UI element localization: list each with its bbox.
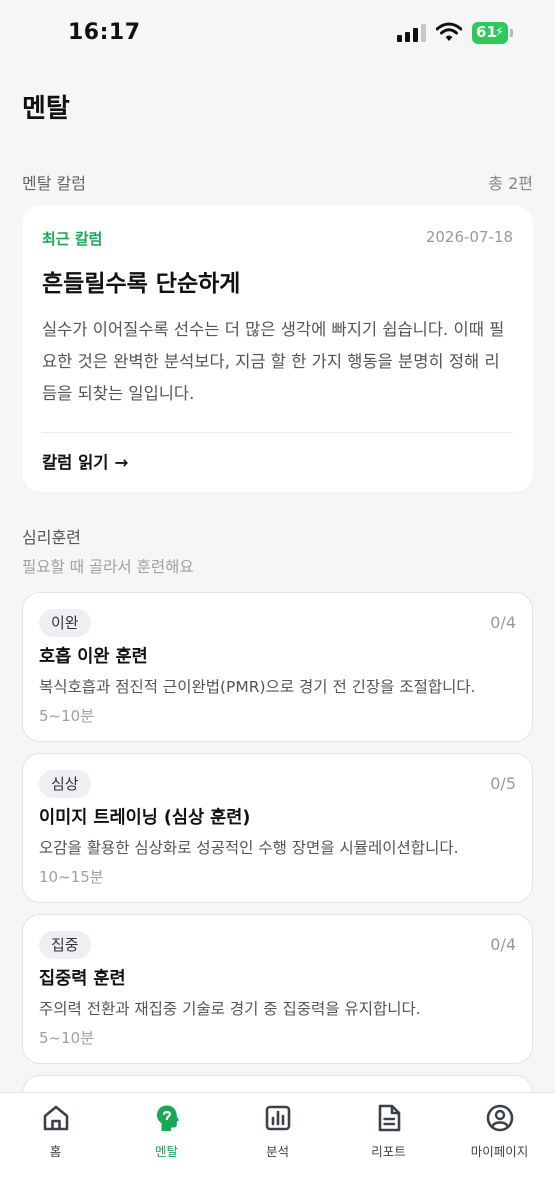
- tab-home[interactable]: 홈: [0, 1093, 111, 1173]
- tab-report-label: 리포트: [371, 1144, 406, 1159]
- training-description: 주의력 전환과 재집중 기술로 경기 중 집중력을 유지합니다.: [39, 1000, 421, 1018]
- training-description: 오감을 활용한 심상화로 성공적인 수행 장면을 시뮬레이션합니다.: [39, 839, 459, 857]
- column-date: 2026-07-18: [425, 228, 513, 246]
- training-badge: 집중: [39, 931, 91, 959]
- bottom-tab-bar: 홈 멘탈 분석 리포트 마이페이지: [0, 1092, 555, 1200]
- training-duration: 5~10분: [39, 707, 94, 725]
- status-bar: 16:17 61 ⚡: [0, 0, 555, 66]
- training-name: 이미지 트레이닝 (심상 훈련): [39, 808, 251, 828]
- column-section-header: 멘탈 칼럼 총 2편: [22, 170, 533, 194]
- training-card-imagery[interactable]: 심상 0/5 이미지 트레이닝 (심상 훈련) 오감을 활용한 심상화로 성공적…: [22, 753, 533, 903]
- column-tag: 최근 칼럼: [42, 230, 103, 248]
- training-name: 집중력 훈련: [39, 969, 126, 989]
- training-duration: 5~10분: [39, 1029, 94, 1047]
- battery-cap: [510, 29, 513, 37]
- training-card-focus[interactable]: 집중 0/4 집중력 훈련 주의력 전환과 재집중 기술로 경기 중 집중력을 …: [22, 914, 533, 1064]
- arrow-right-icon: →: [114, 453, 129, 472]
- training-duration: 10~15분: [39, 868, 104, 886]
- column-section-label: 멘탈 칼럼: [22, 174, 86, 193]
- tab-mental-label: 멘탈: [154, 1144, 178, 1159]
- status-time: 16:17: [68, 20, 141, 45]
- charging-icon: ⚡: [494, 25, 504, 40]
- training-progress: 0/4: [490, 935, 516, 954]
- tab-analysis-label: 분석: [265, 1144, 289, 1159]
- training-description: 복식호흡과 점진적 근이완법(PMR)으로 경기 전 긴장을 조절합니다.: [39, 678, 476, 696]
- wifi-icon: [436, 22, 462, 41]
- chart-icon: [265, 1105, 291, 1131]
- read-column-button[interactable]: 칼럼 읽기 →: [42, 449, 128, 473]
- read-column-label: 칼럼 읽기: [42, 453, 109, 472]
- mental-screen: 16:17 61 ⚡ 멘탈 멘탈 칼럼 총 2편 최근 칼럼 2026-07-1…: [0, 0, 555, 1200]
- profile-icon: [486, 1104, 514, 1132]
- latest-column-card[interactable]: 최근 칼럼 2026-07-18 흔들릴수록 단순하게 실수가 이어질수록 선수…: [22, 206, 533, 492]
- tab-mental[interactable]: 멘탈: [111, 1093, 222, 1173]
- training-progress: 0/5: [490, 774, 516, 793]
- column-title: 흔들릴수록 단순하게: [42, 271, 241, 297]
- training-section-title: 심리훈련: [22, 528, 81, 547]
- tab-mypage[interactable]: 마이페이지: [444, 1093, 555, 1173]
- tab-report[interactable]: 리포트: [333, 1093, 444, 1173]
- battery-icon: 61 ⚡: [472, 22, 508, 44]
- page-title: 멘탈: [22, 94, 70, 124]
- column-excerpt: 실수가 이어질수록 선수는 더 많은 생각에 빠지기 쉽습니다. 이때 필요한 …: [42, 320, 505, 403]
- column-divider: [42, 432, 513, 433]
- home-icon: [43, 1105, 69, 1131]
- training-badge: 심상: [39, 770, 91, 798]
- mind-icon: [157, 1105, 179, 1131]
- signal-icon: [397, 24, 429, 42]
- tab-mypage-label: 마이페이지: [470, 1144, 529, 1159]
- training-card-relaxation[interactable]: 이완 0/4 호흡 이완 훈련 복식호흡과 점진적 근이완법(PMR)으로 경기…: [22, 592, 533, 742]
- column-count: 총 2편: [488, 174, 533, 193]
- training-progress: 0/4: [490, 613, 516, 632]
- training-section-subtitle: 필요할 때 골라서 훈련해요: [22, 558, 194, 576]
- training-name: 호흡 이완 훈련: [39, 647, 148, 667]
- report-icon: [378, 1104, 401, 1132]
- training-badge: 이완: [39, 609, 91, 637]
- tab-home-label: 홈: [49, 1144, 62, 1159]
- battery-level: 61: [476, 23, 497, 41]
- tab-analysis[interactable]: 분석: [222, 1093, 333, 1173]
